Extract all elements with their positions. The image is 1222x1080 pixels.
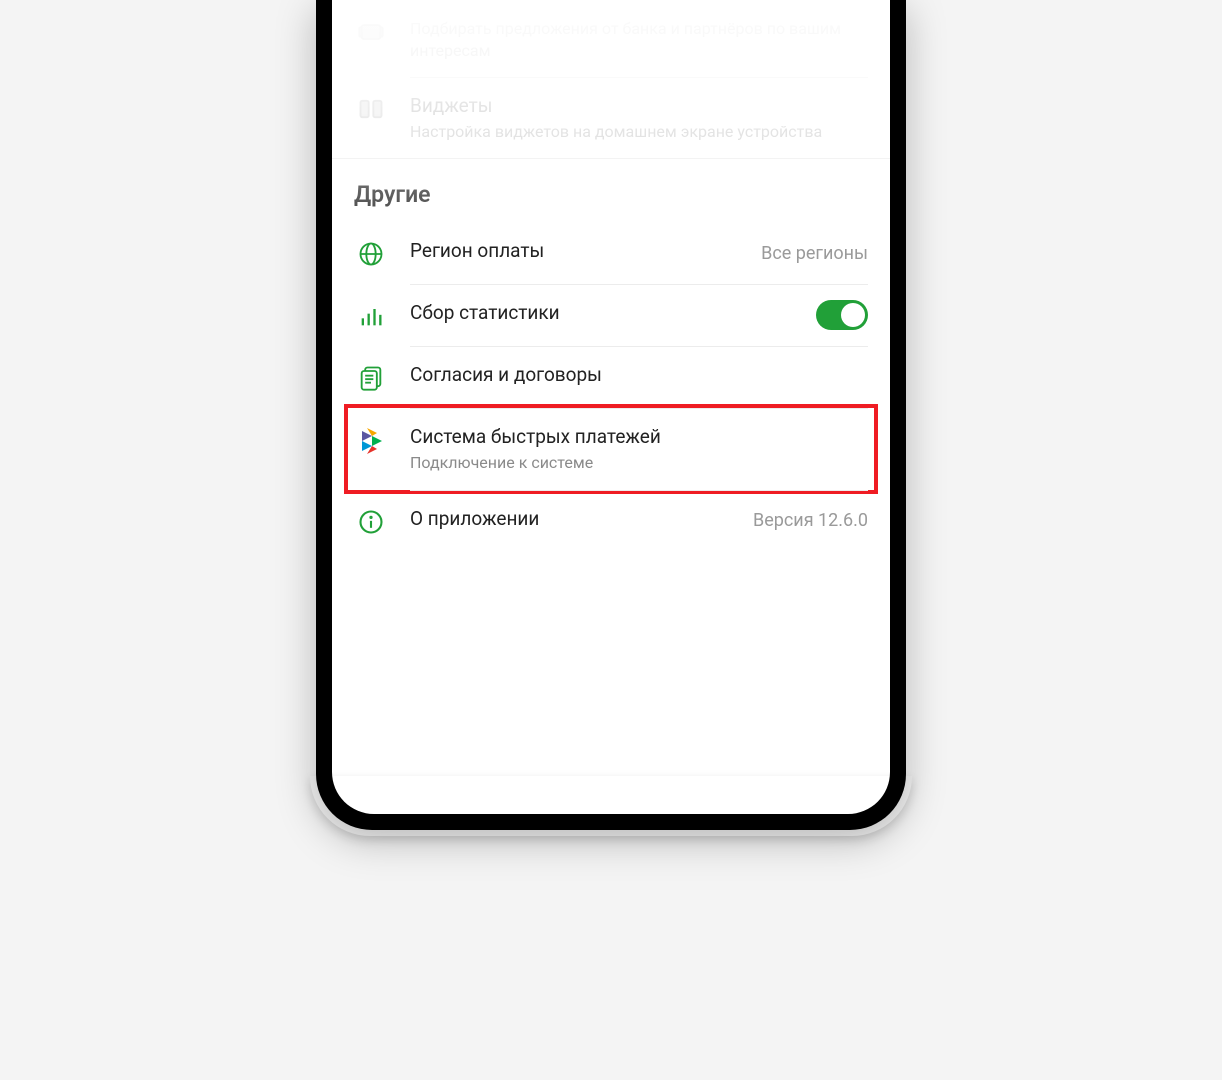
list-item-subtitle: Подключение к системе xyxy=(410,452,868,474)
list-item-about[interactable]: О приложении Версия 12.6.0 xyxy=(332,490,890,552)
list-item-subtitle: Настройка виджетов на домашнем экране ус… xyxy=(410,121,868,143)
list-item-title: О приложении xyxy=(410,506,731,532)
info-icon xyxy=(354,506,388,536)
list-item-widgets[interactable]: Виджеты Настройка виджетов на домашнем э… xyxy=(332,77,890,158)
list-item-title: Согласия и договоры xyxy=(410,362,868,388)
statistics-toggle[interactable] xyxy=(816,300,868,330)
offers-icon xyxy=(354,16,388,46)
list-item-agreements[interactable]: Согласия и договоры xyxy=(332,346,890,408)
section-header-other: Другие xyxy=(332,159,890,222)
list-item-value: Все регионы xyxy=(761,243,868,264)
sbp-icon xyxy=(354,424,388,456)
screen: Подбирать предложения от банка и партнёр… xyxy=(332,0,890,814)
phone-frame: Подбирать предложения от банка и партнёр… xyxy=(316,0,906,830)
list-item-title: Сбор статистики xyxy=(410,300,794,326)
list-item-title: Система быстрых платежей xyxy=(410,424,868,450)
widgets-icon xyxy=(354,93,388,123)
stats-icon xyxy=(354,300,388,330)
list-item-value: Версия 12.6.0 xyxy=(753,510,868,531)
list-item-offers[interactable]: Подбирать предложения от банка и партнёр… xyxy=(332,0,890,77)
list-item-region[interactable]: Регион оплаты Все регионы xyxy=(332,222,890,284)
list-item-statistics[interactable]: Сбор статистики xyxy=(332,284,890,346)
documents-icon xyxy=(354,362,388,392)
globe-icon xyxy=(354,238,388,268)
settings-list: Подбирать предложения от банка и партнёр… xyxy=(332,0,890,552)
list-item-title: Регион оплаты xyxy=(410,238,739,264)
list-item-sbp[interactable]: Система быстрых платежей Подключение к с… xyxy=(332,408,890,489)
list-item-subtitle: Подбирать предложения от банка и партнёр… xyxy=(410,18,868,61)
list-item-title: Виджеты xyxy=(410,93,868,119)
